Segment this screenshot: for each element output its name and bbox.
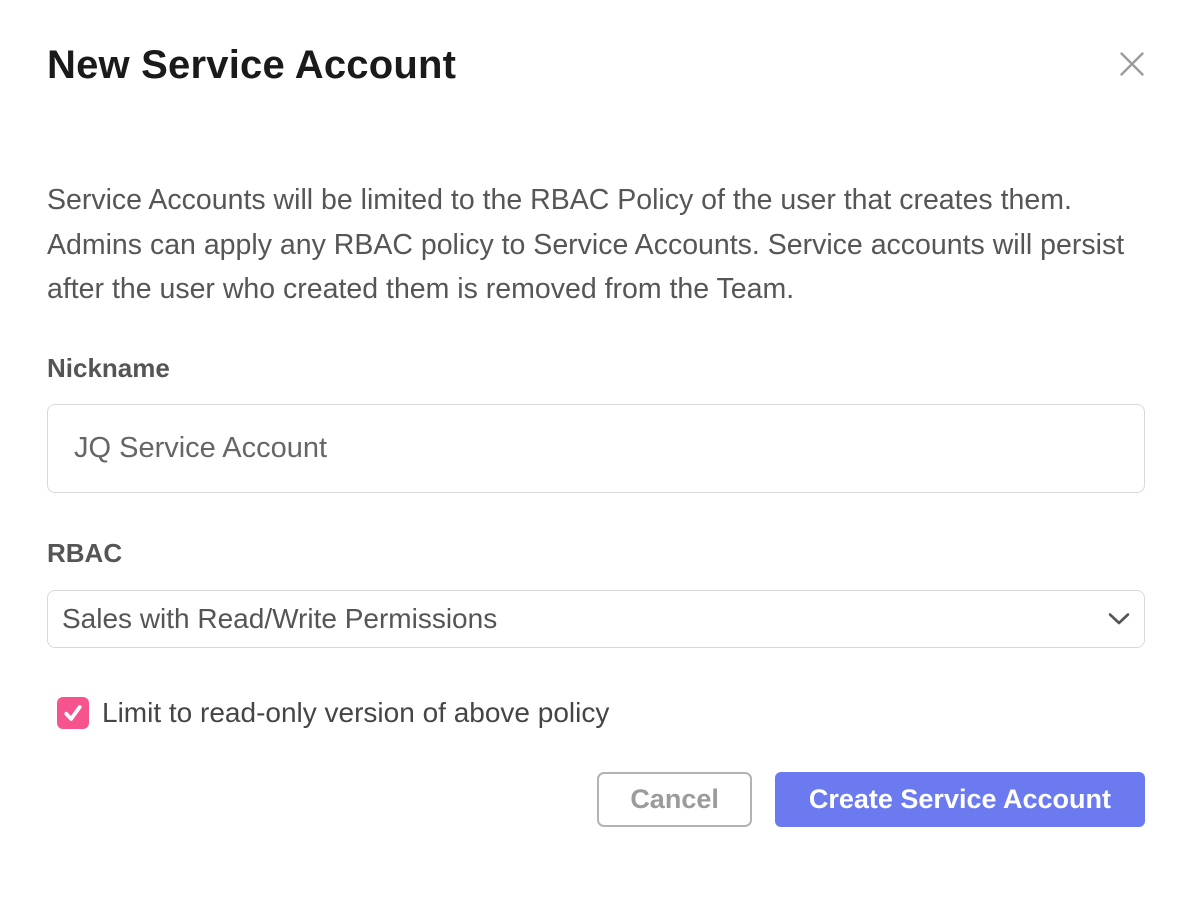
- rbac-selected-option: Sales with Read/Write Permissions: [62, 603, 497, 635]
- rbac-select[interactable]: Sales with Read/Write Permissions: [47, 590, 1145, 648]
- modal-title: New Service Account: [47, 0, 1145, 90]
- rbac-label: RBAC: [47, 537, 1145, 570]
- readonly-checkbox-label[interactable]: Limit to read-only version of above poli…: [102, 697, 609, 729]
- readonly-checkbox[interactable]: [57, 697, 89, 729]
- readonly-checkbox-row: Limit to read-only version of above poli…: [47, 697, 1145, 729]
- nickname-input[interactable]: [47, 404, 1145, 493]
- check-icon: [61, 701, 85, 725]
- modal-description: Service Accounts will be limited to the …: [47, 178, 1145, 312]
- close-button[interactable]: [1116, 48, 1148, 80]
- new-service-account-modal: New Service Account Service Accounts wil…: [0, 0, 1190, 904]
- x-icon: [1118, 50, 1146, 78]
- nickname-label: Nickname: [47, 352, 1145, 385]
- modal-footer: Cancel Create Service Account: [47, 772, 1145, 827]
- cancel-button[interactable]: Cancel: [597, 772, 752, 827]
- chevron-down-icon: [1108, 612, 1130, 625]
- create-service-account-button[interactable]: Create Service Account: [775, 772, 1145, 827]
